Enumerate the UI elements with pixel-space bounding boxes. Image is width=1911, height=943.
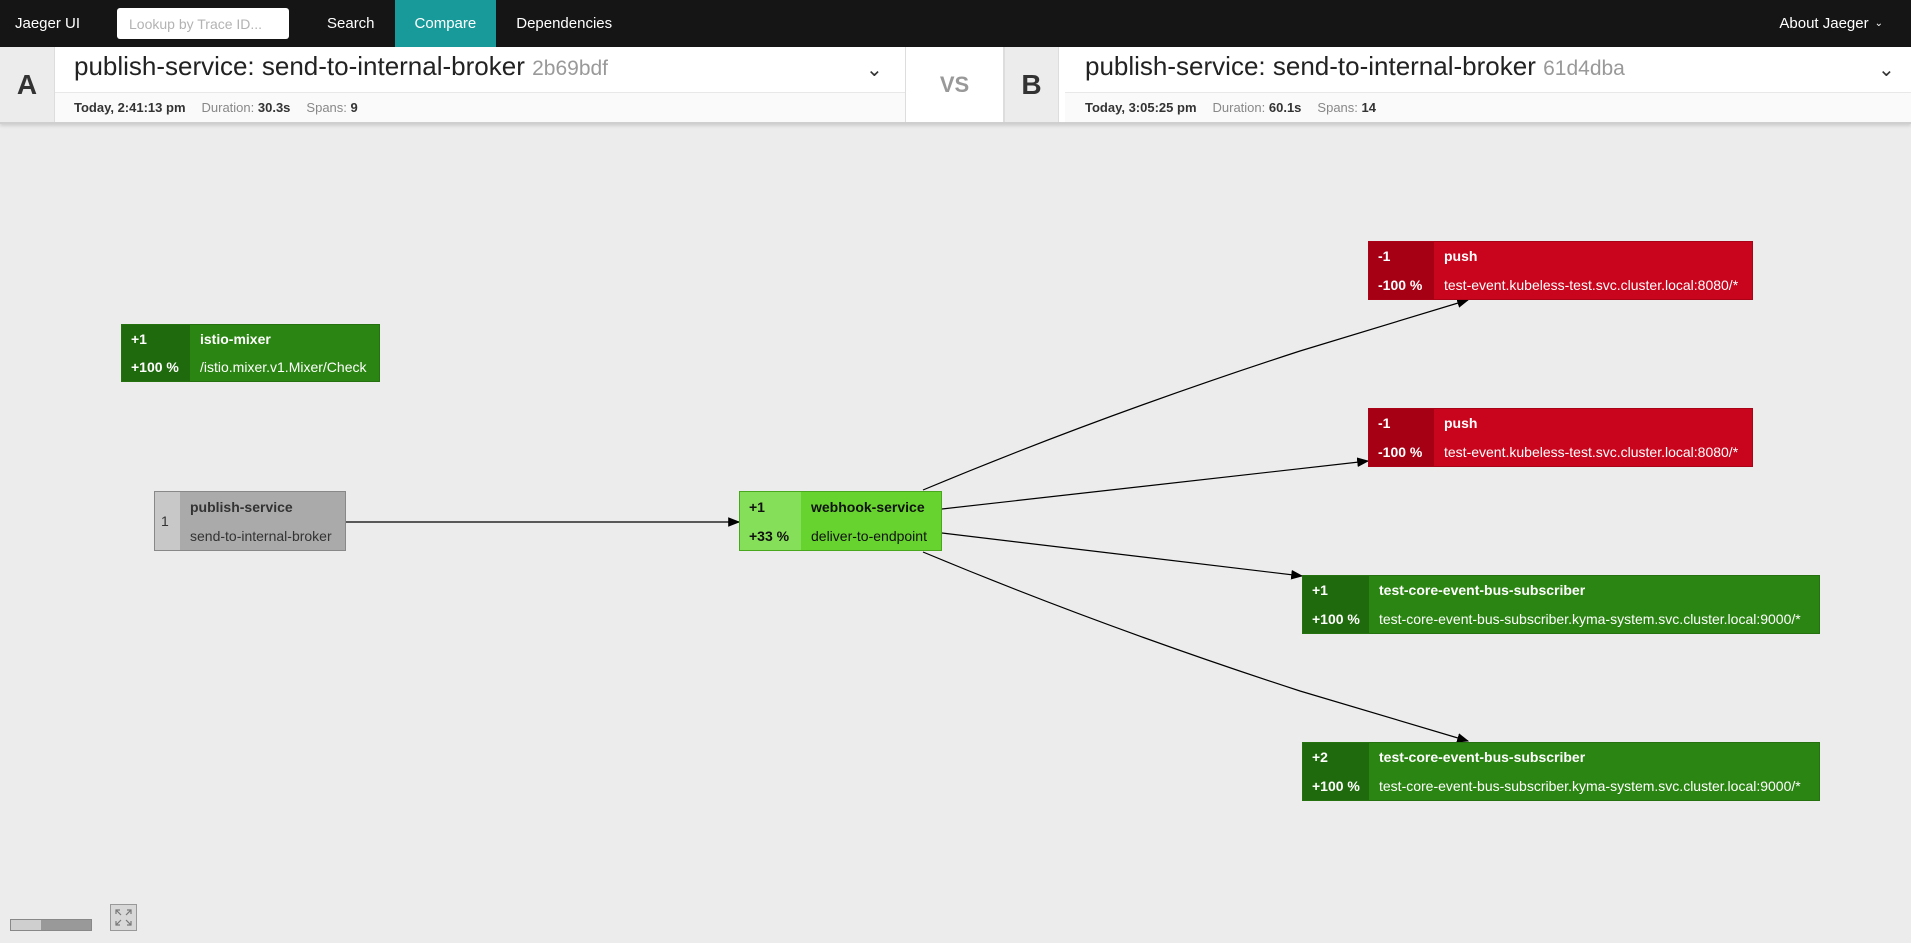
trace-a-letter: A	[0, 47, 55, 122]
trace-diff-graph[interactable]: +1 +100 % istio-mixer /istio.mixer.v1.Mi…	[0, 126, 1911, 943]
node-delta: -1	[1378, 248, 1391, 265]
node-istio-mixer[interactable]: +1 +100 % istio-mixer /istio.mixer.v1.Mi…	[121, 324, 380, 382]
edge-webhook-sub1	[941, 532, 1304, 580]
trace-a-select-chevron-icon[interactable]: ⌄	[866, 57, 883, 82]
node-operation: test-core-event-bus-subscriber.kyma-syst…	[1379, 777, 1801, 794]
fit-to-view-button[interactable]	[110, 904, 137, 931]
about-jaeger-label: About Jaeger	[1779, 15, 1869, 32]
expand-icon	[115, 909, 132, 926]
node-service: test-core-event-bus-subscriber	[1379, 749, 1586, 766]
graph-minimap[interactable]	[10, 919, 92, 931]
trace-b-id: 61d4dba	[1543, 57, 1625, 80]
trace-a-id: 2b69bdf	[532, 57, 609, 80]
node-operation: test-event.kubeless-test.svc.cluster.loc…	[1444, 276, 1739, 293]
vs-label: VS	[905, 47, 1004, 122]
node-subscriber-2[interactable]: +2 +100 % test-core-event-bus-subscriber…	[1302, 742, 1820, 801]
brand-logo[interactable]: Jaeger UI	[15, 15, 117, 32]
nav-dependencies-link[interactable]: Dependencies	[496, 0, 632, 47]
node-percent: +33 %	[749, 527, 790, 544]
trace-a-time: Today, 2:41:13 pm	[74, 100, 186, 115]
node-publish-service[interactable]: 1 publish-service send-to-internal-broke…	[154, 491, 346, 551]
node-push-1[interactable]: -1 -100 % push test-event.kubeless-test.…	[1368, 241, 1753, 300]
node-service: publish-service	[190, 498, 293, 515]
node-count: 1	[161, 513, 169, 529]
node-service: webhook-service	[811, 498, 925, 515]
about-jaeger-menu[interactable]: About Jaeger ⌄	[1779, 0, 1883, 47]
edge-webhook-push2	[941, 457, 1370, 510]
node-percent: -100 %	[1378, 443, 1423, 460]
trace-a-name: publish-service: send-to-internal-broker	[74, 51, 525, 81]
node-percent: +100 %	[1312, 610, 1360, 627]
trace-b-letter: B	[1004, 47, 1059, 122]
node-operation: test-event.kubeless-test.svc.cluster.loc…	[1444, 443, 1739, 460]
nav-compare-link[interactable]: Compare	[394, 0, 497, 47]
node-percent: +100 %	[1312, 777, 1360, 794]
top-nav: Jaeger UI Search Compare Dependencies Ab…	[0, 0, 1911, 47]
compare-header: A publish-service: send-to-internal-brok…	[0, 47, 1911, 124]
node-service: istio-mixer	[200, 331, 271, 347]
trace-b-time: Today, 3:05:25 pm	[1085, 100, 1197, 115]
node-percent: -100 %	[1378, 276, 1423, 293]
trace-id-lookup-input[interactable]	[117, 8, 289, 39]
trace-a-spans: Spans: 9	[306, 100, 358, 115]
minimap-viewport[interactable]	[11, 920, 41, 930]
trace-b-select-chevron-icon[interactable]: ⌄	[1878, 57, 1895, 82]
trace-a-title: publish-service: send-to-internal-broker…	[74, 51, 608, 82]
node-operation: /istio.mixer.v1.Mixer/Check	[200, 359, 367, 375]
node-webhook-service[interactable]: +1 +33 % webhook-service deliver-to-endp…	[739, 491, 942, 551]
node-delta: +2	[1312, 749, 1328, 766]
node-delta: +1	[131, 331, 147, 347]
node-service: test-core-event-bus-subscriber	[1379, 582, 1586, 599]
trace-a-meta: Today, 2:41:13 pm Duration: 30.3s Spans:…	[55, 92, 905, 122]
trace-a-duration: Duration: 30.3s	[201, 100, 291, 115]
node-service: push	[1444, 415, 1478, 432]
node-operation: deliver-to-endpoint	[811, 527, 927, 544]
node-push-2[interactable]: -1 -100 % push test-event.kubeless-test.…	[1368, 408, 1753, 467]
trace-b-meta: Today, 3:05:25 pm Duration: 60.1s Spans:…	[1065, 92, 1911, 122]
node-percent: +100 %	[131, 359, 179, 375]
node-operation: test-core-event-bus-subscriber.kyma-syst…	[1379, 610, 1801, 627]
trace-b-title: publish-service: send-to-internal-broker…	[1085, 51, 1625, 82]
node-operation: send-to-internal-broker	[190, 527, 332, 544]
node-delta: +1	[1312, 582, 1328, 599]
trace-b-spans: Spans: 14	[1317, 100, 1376, 115]
node-subscriber-1[interactable]: +1 +100 % test-core-event-bus-subscriber…	[1302, 575, 1820, 634]
node-delta: -1	[1378, 415, 1391, 432]
node-delta: +1	[749, 498, 765, 515]
node-service: push	[1444, 248, 1478, 265]
trace-b-name: publish-service: send-to-internal-broker	[1085, 51, 1536, 81]
nav-search-link[interactable]: Search	[307, 0, 395, 47]
chevron-down-icon: ⌄	[1874, 18, 1883, 29]
trace-b-duration: Duration: 60.1s	[1212, 100, 1302, 115]
